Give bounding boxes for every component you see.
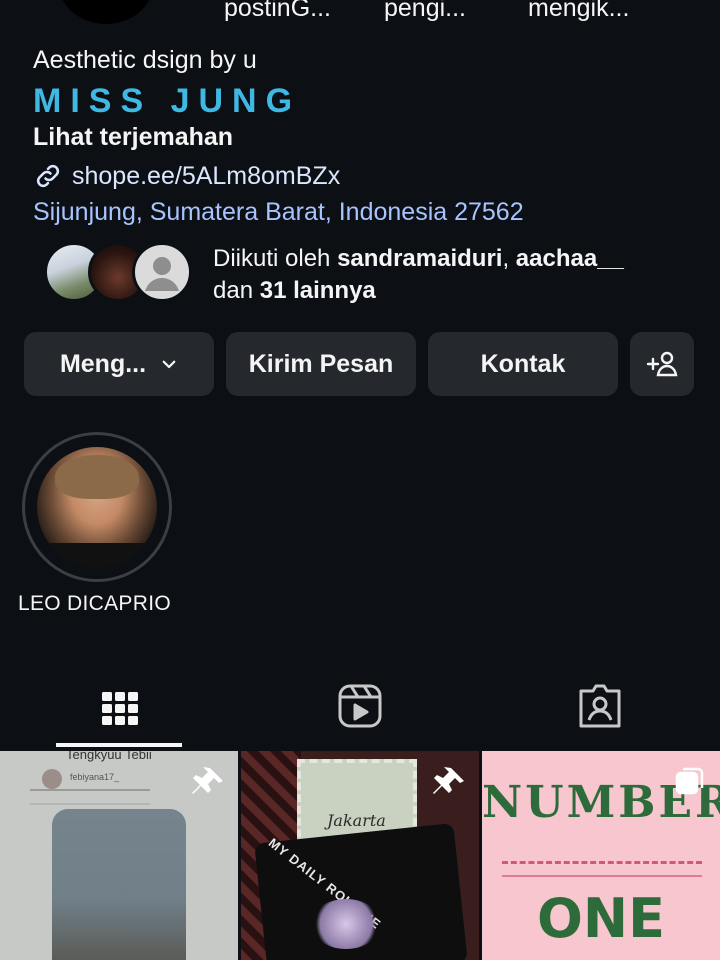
avatar <box>42 769 62 789</box>
highlight-cover-image <box>37 447 157 567</box>
chevron-down-icon <box>162 360 176 369</box>
following-dropdown-button[interactable]: Meng... <box>24 332 214 396</box>
reels-icon <box>338 684 382 728</box>
see-translation-link[interactable]: Lihat terjemahan <box>33 123 233 152</box>
default-avatar <box>132 242 192 302</box>
post-image-text: ONE <box>537 887 665 950</box>
post-caption-text: Tengkyuu Tebii <box>66 751 152 762</box>
mutual-followers-avatars[interactable] <box>44 242 196 302</box>
pin-icon <box>192 767 223 794</box>
tab-reels[interactable] <box>240 668 480 744</box>
highlight-label[interactable]: LEO DICAPRIO <box>18 592 171 616</box>
post-image-text: Jakarta <box>327 811 386 830</box>
send-message-button[interactable]: Kirim Pesan <box>226 332 416 396</box>
bio-link-text[interactable]: shope.ee/5ALm8omBZx <box>72 162 340 191</box>
profile-tabs <box>0 668 720 748</box>
tagged-icon <box>579 684 621 728</box>
posts-grid: Tengkyuu Tebii febiyana17_ Jakarta MY DA… <box>0 751 720 960</box>
post-thumbnail[interactable]: Jakarta MY DAILY ROUTINE <box>241 751 479 960</box>
story-highlight[interactable] <box>22 432 172 582</box>
link-icon <box>36 164 60 188</box>
contact-button[interactable]: Kontak <box>428 332 618 396</box>
profile-stats: postinG... pengi... mengik... <box>0 0 720 23</box>
stat-posts[interactable]: postinG... <box>224 0 331 23</box>
stat-followers[interactable]: pengi... <box>384 0 466 23</box>
bio-link[interactable]: shope.ee/5ALm8omBZx <box>33 160 340 192</box>
add-user-icon <box>646 351 678 377</box>
carousel-icon <box>675 767 704 795</box>
pin-icon <box>433 767 464 794</box>
suggested-users-button[interactable] <box>630 332 694 396</box>
tab-posts[interactable] <box>0 668 240 744</box>
stat-following[interactable]: mengik... <box>528 0 629 23</box>
post-thumbnail[interactable]: Tengkyuu Tebii febiyana17_ <box>0 751 238 960</box>
tab-tagged[interactable] <box>480 668 720 744</box>
bio-location[interactable]: Sijunjung, Sumatera Barat, Indonesia 275… <box>33 198 524 227</box>
grid-icon <box>102 692 138 725</box>
bio-brand: MISS JUNG <box>33 82 302 120</box>
post-thumbnail[interactable]: NUMBER ONE <box>482 751 720 960</box>
post-username: febiyana17_ <box>70 772 120 782</box>
active-tab-indicator <box>56 743 182 747</box>
bio-name: Aesthetic dsign by u <box>33 46 257 74</box>
mutual-followers-text[interactable]: Diikuti oleh sandramaiduri, aachaa__ dan… <box>213 243 624 307</box>
